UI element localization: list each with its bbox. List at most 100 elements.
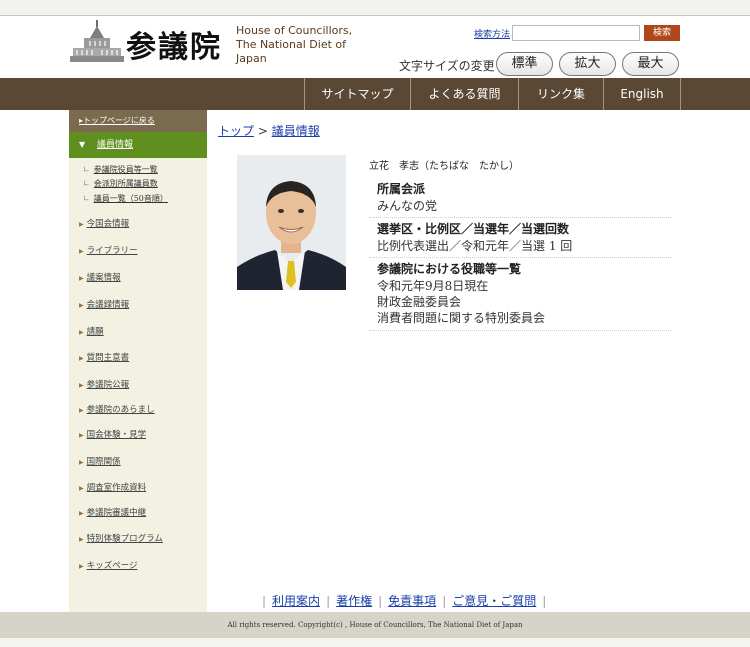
nav-sitemap[interactable]: サイトマップ xyxy=(304,78,410,110)
roles-section: 参議院における役職等一覧 令和元年9月8日現在 財政金融委員会 消費者問題に関す… xyxy=(369,261,671,331)
global-nav: サイトマップ よくある質問 リンク集 English xyxy=(0,78,750,110)
triangle-right-icon: ▶ xyxy=(79,459,84,466)
font-size-large-button[interactable]: 拡大 xyxy=(559,52,616,76)
search-howto-link[interactable]: 検索方法 xyxy=(474,27,510,40)
corner-icon: ∟ xyxy=(83,194,90,203)
breadcrumb-separator: > xyxy=(254,124,272,138)
sidebar-item-label: キッズページ xyxy=(86,561,138,571)
top-strip xyxy=(0,0,750,16)
separator: | xyxy=(542,594,547,608)
sidebar-item-label: 国際関係 xyxy=(86,457,121,467)
sidebar-item-tour[interactable]: ▶ 国会体験・見学 xyxy=(79,428,146,440)
logo-english-line1: House of Councillors, xyxy=(236,24,353,37)
footer-link-copyright[interactable]: 著作権 xyxy=(336,594,372,608)
district-label: 選挙区・比例区／当選年／当選回数 xyxy=(377,222,570,236)
triangle-right-icon: ▶ xyxy=(79,563,84,570)
font-size-label: 文字サイズの変更 xyxy=(399,59,495,73)
sidebar-active-label: 議員情報 xyxy=(97,140,134,150)
nav-english[interactable]: English xyxy=(603,78,681,110)
sidebar-sub-member-list[interactable]: ∟ 議員一覧（50音順） xyxy=(83,193,168,204)
triangle-right-icon: ▶ xyxy=(79,275,84,282)
party-label: 所属会派 xyxy=(377,182,426,196)
roles-label: 参議院における役職等一覧 xyxy=(377,262,522,276)
triangle-right-icon: ▶ xyxy=(79,329,84,336)
triangle-right-icon: ▶ xyxy=(79,432,84,439)
sidebar-sub-officers[interactable]: ∟ 参議院役員等一覧 xyxy=(83,164,158,175)
party-section: 所属会派 みんなの党 xyxy=(369,181,671,218)
font-size-standard-button[interactable]: 標準 xyxy=(496,52,553,76)
sidebar-item-overview[interactable]: ▶ 参議院のあらまし xyxy=(79,403,155,415)
footer-copyright: All rights reserved. Copyright(c) , Hous… xyxy=(0,612,750,638)
sidebar-item-label: 特別体験プログラム xyxy=(86,534,163,544)
sidebar-item-label: 参議院審議中継 xyxy=(86,508,147,518)
member-portrait-image xyxy=(237,155,346,290)
sidebar-item-label: 参議院のあらまし xyxy=(86,405,155,415)
sidebar-item-label: 調査室作成資料 xyxy=(86,483,147,493)
search-button[interactable]: 検索 xyxy=(644,25,680,41)
district-section: 選挙区・比例区／当選年／当選回数 比例代表選出／令和元年／当選 1 回 xyxy=(369,221,671,258)
diet-building-icon xyxy=(70,20,124,62)
sidebar-item-petitions[interactable]: ▶ 請願 xyxy=(79,325,104,337)
breadcrumb: トップ > 議員情報 xyxy=(218,122,320,139)
sidebar-sub-label: 会派別所属議員数 xyxy=(93,179,158,188)
district-value: 比例代表選出／令和元年／当選 1 回 xyxy=(377,239,573,253)
sidebar-item-research[interactable]: ▶ 調査室作成資料 xyxy=(79,481,146,493)
sidebar-item-questions[interactable]: ▶ 質問主意書 xyxy=(79,351,129,363)
triangle-right-icon: ▶ xyxy=(79,382,84,389)
sidebar-back-to-top-label: トップページに戻る xyxy=(83,116,155,125)
sidebar-item-label: 請願 xyxy=(86,327,104,337)
role-item: 財政金融委員会 xyxy=(377,295,462,309)
sidebar-item-label: 参議院公報 xyxy=(86,380,130,390)
triangle-right-icon: ▶ xyxy=(79,536,84,543)
sidebar-item-bills[interactable]: ▶ 議案情報 xyxy=(79,271,121,283)
footer-link-guide[interactable]: 利用案内 xyxy=(272,594,320,608)
sidebar-item-label: ライブラリー xyxy=(86,246,138,256)
sidebar-item-special-program[interactable]: ▶ 特別体験プログラム xyxy=(79,532,163,544)
sidebar-item-library[interactable]: ▶ ライブラリー xyxy=(79,244,138,256)
logo-english-line2: The National Diet of Japan xyxy=(236,38,346,65)
triangle-right-icon: ▶ xyxy=(79,510,84,517)
nav-links[interactable]: リンク集 xyxy=(518,78,603,110)
triangle-right-icon: ▶ xyxy=(79,485,84,492)
sidebar-item-label: 今国会情報 xyxy=(86,219,130,229)
footer-link-disclaimer[interactable]: 免責事項 xyxy=(388,594,436,608)
triangle-right-icon: ▶ xyxy=(79,355,84,362)
sidebar-item-broadcast[interactable]: ▶ 参議院審議中継 xyxy=(79,506,146,518)
triangle-right-icon: ▶ xyxy=(79,248,84,255)
font-size-max-button[interactable]: 最大 xyxy=(622,52,679,76)
triangle-down-icon: ▼ xyxy=(79,140,86,149)
sidebar-item-international[interactable]: ▶ 国際関係 xyxy=(79,455,121,467)
separator: | xyxy=(378,594,383,608)
role-item: 消費者問題に関する特別委員会 xyxy=(377,311,546,325)
footer-links: | 利用案内 | 著作権 | 免責事項 | ご意見・ご質問 | xyxy=(262,592,546,609)
sidebar-item-minutes[interactable]: ▶ 会議録情報 xyxy=(79,298,129,310)
site-logo[interactable]: 参議院 House of Councillors, The National D… xyxy=(70,18,380,80)
sidebar-sub-label: 参議院役員等一覧 xyxy=(93,165,158,174)
sidebar-item-member-info[interactable]: ▼ 議員情報 xyxy=(69,132,207,158)
sidebar-item-kids[interactable]: ▶ キッズページ xyxy=(79,559,137,571)
footer-link-feedback[interactable]: ご意見・ご質問 xyxy=(452,594,536,608)
sidebar-item-label: 国会体験・見学 xyxy=(86,430,147,440)
bottom-strip xyxy=(0,638,750,647)
triangle-right-icon: ▶ xyxy=(79,302,84,309)
breadcrumb-current-link[interactable]: 議員情報 xyxy=(272,124,320,138)
sidebar-item-current-session[interactable]: ▶ 今国会情報 xyxy=(79,217,129,229)
sidebar-item-bulletin[interactable]: ▶ 参議院公報 xyxy=(79,378,129,390)
search-input[interactable] xyxy=(512,25,640,41)
member-photo xyxy=(237,155,346,290)
logo-english: House of Councillors, The National Diet … xyxy=(236,24,380,66)
party-value: みんなの党 xyxy=(377,199,438,213)
sidebar-item-label: 会議録情報 xyxy=(86,300,130,310)
breadcrumb-top-link[interactable]: トップ xyxy=(218,124,254,138)
corner-icon: ∟ xyxy=(83,179,90,188)
separator: | xyxy=(326,594,331,608)
sidebar-back-to-top[interactable]: ▸トップページに戻る xyxy=(69,110,207,132)
sidebar-sub-faction-counts[interactable]: ∟ 会派別所属議員数 xyxy=(83,178,158,189)
sidebar: ▸トップページに戻る ▼ 議員情報 ∟ 参議院役員等一覧 ∟ 会派別所属議員数 ∟ 議… xyxy=(69,110,207,612)
triangle-right-icon: ▶ xyxy=(79,407,84,414)
roles-date: 令和元年9月8日現在 xyxy=(377,279,489,293)
logo-kanji: 参議院 xyxy=(126,30,222,65)
member-name: 立花 孝志（たちばな たかし） xyxy=(369,161,519,172)
corner-icon: ∟ xyxy=(83,165,90,174)
nav-faq[interactable]: よくある質問 xyxy=(410,78,518,110)
